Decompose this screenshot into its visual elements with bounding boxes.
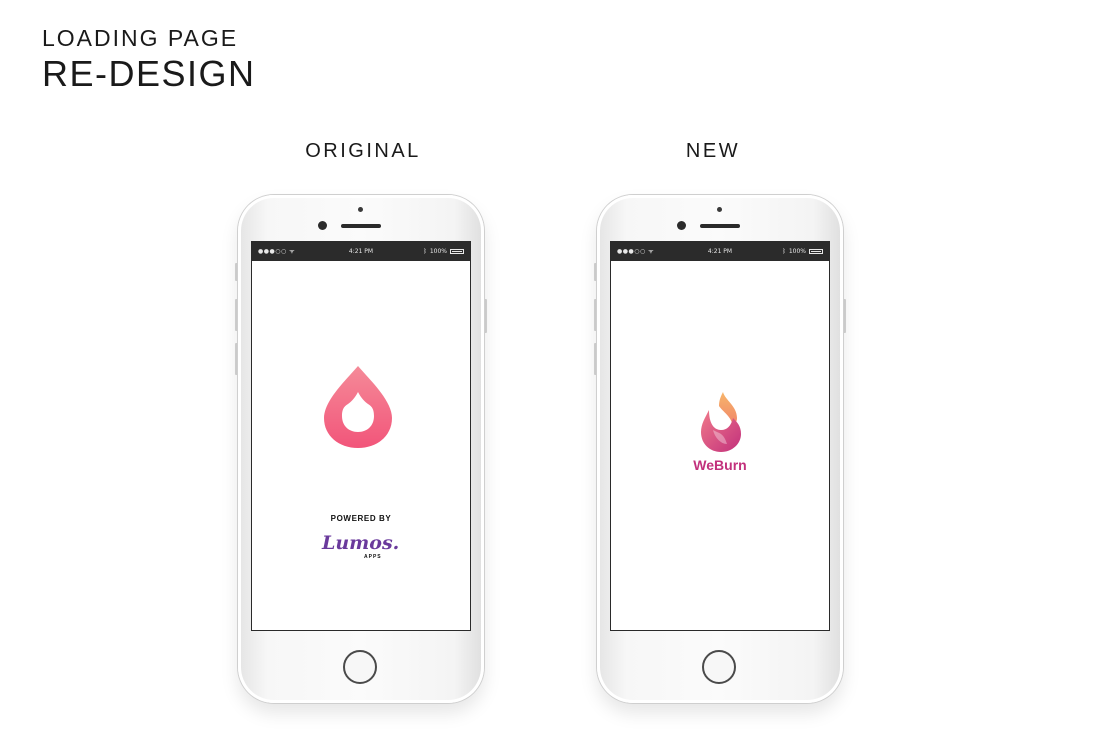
heading-line-2: RE-DESIGN [42, 53, 256, 94]
new-phone-mockup: ●●●○○ ᯤ 4:21 PM ᛒ 100% WeBurn [594, 195, 846, 703]
powered-by-label: POWERED BY [330, 514, 392, 523]
original-screen: ●●●○○ ᯤ 4:21 PM ᛒ 100% POWERED BY Lumos.… [251, 241, 471, 631]
home-button[interactable] [343, 650, 377, 684]
lumos-brand-text: Lumos. [322, 532, 400, 554]
lumos-apps-logo: Lumos. APPS [322, 532, 402, 562]
new-label: NEW [685, 140, 741, 162]
original-phone-mockup: ●●●○○ ᯤ 4:21 PM ᛒ 100% POWERED BY Lumos.… [235, 195, 487, 703]
weburn-app-name: WeBurn [693, 457, 747, 473]
design-board: LOADING PAGE RE-DESIGN ORIGINAL NEW ●●●○… [0, 0, 1100, 744]
earpiece-speaker [700, 224, 740, 228]
status-bar: ●●●○○ ᯤ 4:21 PM ᛒ 100% [611, 242, 829, 261]
new-screen: ●●●○○ ᯤ 4:21 PM ᛒ 100% WeBurn [610, 241, 830, 631]
power-button [484, 299, 487, 333]
battery-icon [809, 249, 823, 254]
battery-percent: 100% [788, 248, 806, 255]
bluetooth-icon: ᛒ [782, 248, 786, 255]
earpiece-speaker [341, 224, 381, 228]
status-bar: ●●●○○ ᯤ 4:21 PM ᛒ 100% [252, 242, 470, 261]
front-camera [677, 221, 686, 230]
proximity-sensor [717, 207, 722, 212]
battery-group: ᛒ 100% [782, 248, 823, 255]
flame-drop-icon [324, 366, 392, 448]
weburn-flame-icon [701, 392, 741, 452]
original-label: ORIGINAL [305, 140, 421, 162]
home-button[interactable] [702, 650, 736, 684]
heading-line-1: LOADING PAGE [42, 25, 239, 51]
battery-icon [450, 249, 464, 254]
proximity-sensor [358, 207, 363, 212]
battery-group: ᛒ 100% [423, 248, 464, 255]
battery-percent: 100% [429, 248, 447, 255]
front-camera [318, 221, 327, 230]
power-button [843, 299, 846, 333]
bluetooth-icon: ᛒ [423, 248, 427, 255]
lumos-apps-subtext: APPS [364, 554, 382, 560]
page-heading: LOADING PAGE RE-DESIGN [42, 24, 256, 94]
